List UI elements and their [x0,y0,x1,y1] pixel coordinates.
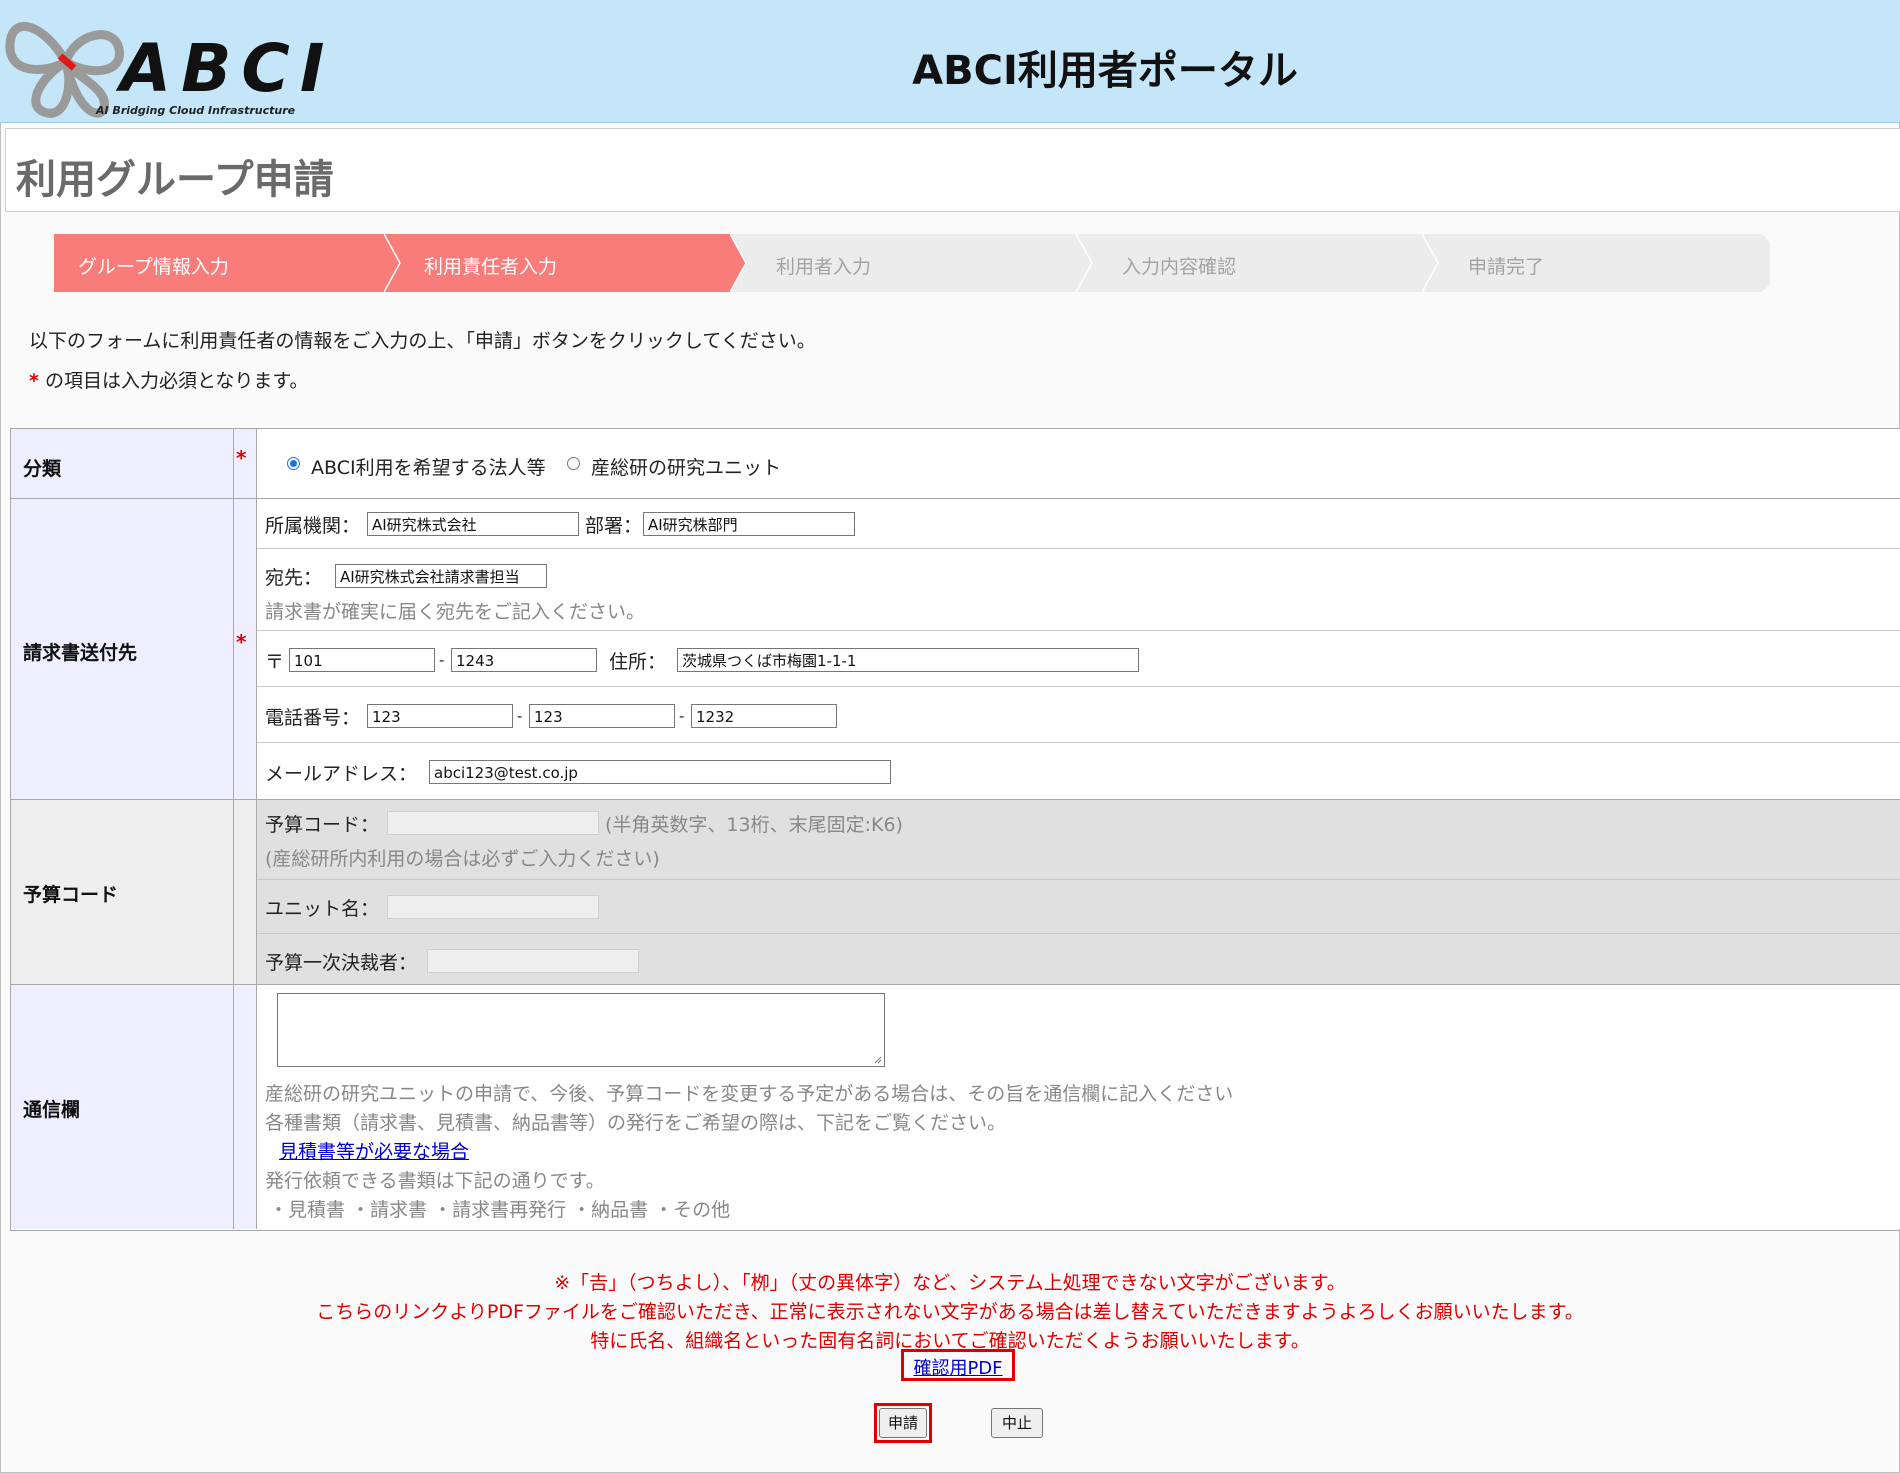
row-label-cell: 通信欄 [11,985,234,1229]
row-label-cell: 請求書送付先 [11,499,234,799]
step-label: グループ情報入力 [78,256,229,278]
org-subrow: 所属機関： AI研究株式会社 部署： AI研究株部門 [257,499,1900,549]
logo-subtitle: AI Bridging Cloud Infrastructure [96,104,296,117]
email-input[interactable]: abci123@test.co.jp [429,760,891,784]
progress-steps: グループ情報入力 利用責任者入力 利用者入力 入力内容確認 申請完了 [54,234,1770,292]
phone-input-1[interactable]: 123 [367,704,513,728]
org-label: 所属機関： [265,515,361,537]
address-label: 住所： [609,651,667,673]
addressee-hint: 請求書が確実に届く宛先をご記入ください。 [265,601,646,623]
pdf-link-highlight: 確認用PDF [901,1349,1015,1381]
invoice-value-cell: 所属機関： AI研究株式会社 部署： AI研究株部門 宛先： AI研究株式会社請… [257,499,1900,799]
address-subrow: 〒 101 - 1243 住所： 茨城県つくば市梅園1-1-1 [257,631,1900,687]
step-user-input: 利用者入力 [730,234,1092,292]
approver-label: 予算一次決裁者： [265,952,418,974]
radio-aist-unit[interactable] [567,457,580,470]
category-value-cell: ABCI利用を希望する法人等 産総研の研究ユニット [257,429,1900,498]
step-group-info: グループ情報入力 [54,234,400,292]
phone-label: 電話番号： [265,707,361,729]
phone-subrow: 電話番号： 123 - 123 - 1232 [257,687,1900,743]
step-label: 利用者入力 [776,256,872,278]
budget-code-hint: (半角英数字、13桁、末尾固定:K6) [605,814,903,836]
page-title-bar: 利用グループ申請 [5,128,1900,212]
addressee-label: 宛先： [265,567,323,589]
note-line-1: ※「𠮷」（つちよし）、「栁」（丈の異体字）など、システム上処理できない文字がござ… [554,1272,1346,1294]
cancel-button[interactable]: 中止 [991,1408,1043,1438]
required-mark: * [236,446,247,470]
resize-handle-icon[interactable] [874,1056,882,1064]
form-row-category: 分類 * ABCI利用を希望する法人等 産総研の研究ユニット [11,429,1900,499]
form-row-budget: 予算コード 予算コード： (半角英数字、13桁、末尾固定:K6) (産総研所内利… [11,800,1900,985]
unit-name-input[interactable] [387,895,599,919]
submit-button[interactable]: 申請 [879,1408,927,1438]
phone-input-3[interactable]: 1232 [691,704,837,728]
application-form: 分類 * ABCI利用を希望する法人等 産総研の研究ユニット 請求書送付先 * … [10,428,1900,1231]
budget-value-cell: 予算コード： (半角英数字、13桁、末尾固定:K6) (産総研所内利用の場合は必… [257,800,1900,984]
submit-highlight: 申請 [874,1403,932,1443]
org-input[interactable]: AI研究株式会社 [367,512,579,536]
instruction-text: 以下のフォームに利用責任者の情報をご入力の上、「申請」ボタンをクリックしてくださ… [29,330,816,352]
portal-title: ABCI利用者ポータル [912,48,1298,94]
radio-corporate[interactable] [287,457,300,470]
page-title: 利用グループ申請 [16,157,334,203]
comm-hint-3: 発行依頼できる書類は下記の通りです。 [265,1170,605,1192]
radio-aist-unit-label[interactable]: 産総研の研究ユニット [591,453,781,480]
budget-code-label: 予算コード： [265,814,380,836]
step-label: 申請完了 [1468,256,1545,278]
budget-code-input[interactable] [387,811,599,835]
required-cell [234,800,257,984]
comm-value-cell: 産総研の研究ユニットの申請で、今後、予算コードを変更する予定がある場合は、その旨… [257,985,1900,1229]
phone-dash-2: - [679,707,685,725]
step-label: 利用責任者入力 [424,256,558,278]
address-input[interactable]: 茨城県つくば市梅園1-1-1 [677,648,1139,672]
approver-subrow: 予算一次決裁者： [257,934,1900,984]
email-label: メールアドレス： [265,763,418,785]
phone-dash-1: - [517,707,523,725]
required-mark: * [236,630,247,654]
required-note: * の項目は入力必須となります。 [29,366,309,393]
budget-code-subrow: 予算コード： (半角英数字、13桁、末尾固定:K6) (産総研所内利用の場合は必… [257,800,1900,880]
unit-name-label: ユニット名： [265,898,380,920]
email-subrow: メールアドレス： abci123@test.co.jp [257,743,1900,799]
required-star: * [29,370,39,392]
row-label-cell: 分類 [11,429,234,498]
unit-name-subrow: ユニット名： [257,880,1900,934]
invoice-label: 請求書送付先 [23,642,138,664]
required-cell: * [234,429,257,498]
step-complete: 申請完了 [1422,234,1770,292]
required-cell [234,985,257,1229]
portal-header: ABCI AI Bridging Cloud Infrastructure AB… [0,0,1900,123]
row-label-cell: 予算コード [11,800,234,984]
radio-corporate-label[interactable]: ABCI利用を希望する法人等 [311,453,546,480]
dept-input[interactable]: AI研究株部門 [643,512,855,536]
zip-label: 〒 [265,651,285,673]
category-label: 分類 [23,458,62,480]
zip-input-2[interactable]: 1243 [451,648,597,672]
form-row-invoice: 請求書送付先 * 所属機関： AI研究株式会社 部署： AI研究株部門 宛先： … [11,499,1900,800]
zip-dash: - [439,651,445,669]
form-row-comm: 通信欄 産総研の研究ユニットの申請で、今後、予算コードを変更する予定がある場合は… [11,985,1900,1229]
addressee-subrow: 宛先： AI研究株式会社請求書担当 請求書が確実に届く宛先をご記入ください。 [257,549,1900,631]
required-cell: * [234,499,257,799]
step-confirm: 入力内容確認 [1076,234,1438,292]
comm-hint-2: 各種書類（請求書、見積書、納品書等）の発行をご希望の際は、下記をご覧ください。 [265,1112,1007,1134]
estimate-link[interactable]: 見積書等が必要な場合 [279,1137,469,1164]
approver-input[interactable] [427,949,639,973]
budget-label: 予算コード [23,884,119,906]
comm-hint-1: 産総研の研究ユニットの申請で、今後、予算コードを変更する予定がある場合は、その旨… [265,1083,1234,1105]
step-label: 入力内容確認 [1122,256,1237,278]
budget-code-note: (産総研所内利用の場合は必ずご入力ください) [265,848,660,870]
comm-label: 通信欄 [23,1099,81,1121]
comm-docs: ・見積書 ・請求書 ・請求書再発行 ・納品書 ・その他 [269,1199,731,1221]
required-note-text: の項目は入力必須となります。 [38,370,309,392]
comm-textarea[interactable] [277,993,885,1067]
step-manager-input: 利用責任者入力 [384,234,746,292]
phone-input-2[interactable]: 123 [529,704,675,728]
zip-input-1[interactable]: 101 [289,648,435,672]
note-line-2: こちらのリンクよりPDFファイルをご確認いただき、正常に表示されない文字がある場… [316,1301,1584,1323]
addressee-input[interactable]: AI研究株式会社請求書担当 [335,564,547,588]
confirm-pdf-link[interactable]: 確認用PDF [904,1354,1012,1380]
dept-label: 部署： [585,515,643,537]
